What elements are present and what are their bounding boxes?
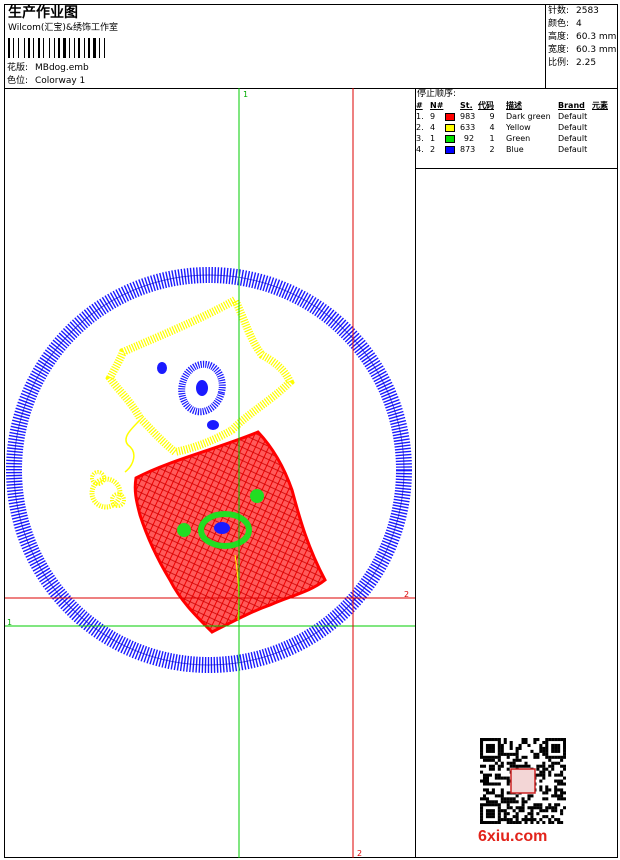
guide-label-green-h: 1 <box>7 618 13 627</box>
guide-label-red-h: 2 <box>404 590 410 599</box>
guide-label-red-v: 2 <box>357 849 363 858</box>
embroidery-preview <box>5 88 415 858</box>
guide-label-green-v: 1 <box>243 90 249 99</box>
watermark-logo: 6xiu.com <box>478 828 548 845</box>
red-body <box>133 430 327 634</box>
blue-face-detail <box>157 360 226 430</box>
qr-code <box>480 738 566 824</box>
